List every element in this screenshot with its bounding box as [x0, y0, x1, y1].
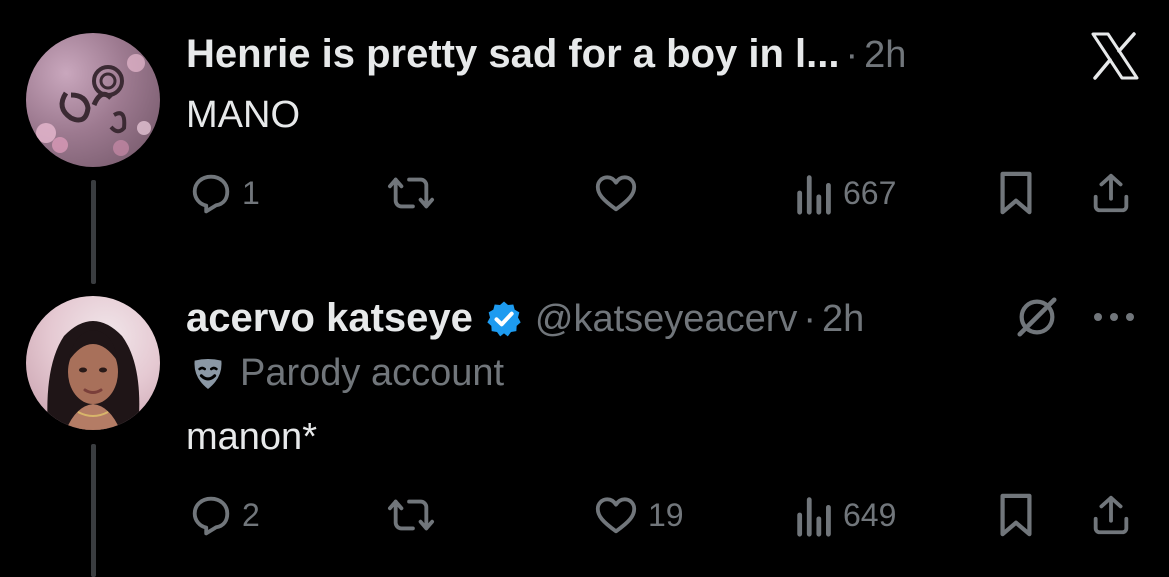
grok-icon[interactable] — [1014, 294, 1060, 345]
view-count: 649 — [843, 496, 897, 533]
views-button[interactable]: 649 — [795, 492, 896, 538]
share-button[interactable] — [1088, 170, 1134, 216]
views-icon — [797, 175, 831, 215]
share-icon — [1093, 495, 1129, 535]
avatar[interactable] — [26, 33, 160, 167]
tweet-text: manon* — [186, 416, 317, 458]
display-name[interactable]: Henrie is pretty sad for a boy in l... — [186, 32, 840, 77]
reply-count: 1 — [242, 174, 260, 211]
like-count: 19 — [648, 496, 684, 533]
tweet-text: MANO — [186, 94, 300, 136]
bookmark-button[interactable] — [996, 170, 1036, 216]
like-button[interactable] — [592, 170, 648, 216]
reply-button[interactable]: 2 — [188, 492, 260, 538]
reply-icon — [192, 496, 230, 536]
heart-icon — [595, 175, 637, 212]
reply-count: 2 — [242, 496, 260, 533]
reply-icon — [192, 174, 230, 214]
pink-flower-avatar-icon — [36, 54, 151, 156]
views-icon — [797, 497, 831, 537]
view-count: 667 — [843, 174, 897, 211]
parody-label: Parody account — [240, 352, 505, 394]
bookmark-icon — [1000, 171, 1032, 215]
separator: · — [845, 34, 859, 76]
parody-mask-icon — [194, 358, 222, 389]
handle[interactable]: @katseyeacerv — [535, 298, 797, 341]
repost-button[interactable] — [386, 170, 444, 216]
verified-badge-icon — [483, 299, 525, 339]
timestamp[interactable]: 2h — [822, 298, 864, 341]
more-options-icon[interactable] — [1090, 310, 1138, 329]
tweet[interactable]: acervo katseye @katseyeacerv · 2h Parody… — [0, 264, 1169, 577]
repost-icon — [387, 177, 434, 209]
display-name[interactable]: acervo katseye — [186, 296, 473, 341]
repost-icon — [387, 499, 434, 531]
share-icon — [1093, 173, 1129, 213]
timestamp[interactable]: 2h — [864, 34, 906, 77]
share-button[interactable] — [1088, 492, 1134, 538]
x-logo-icon[interactable] — [1090, 32, 1140, 85]
views-button[interactable]: 667 — [795, 170, 896, 216]
reply-button[interactable]: 1 — [188, 170, 260, 216]
tweet[interactable]: Henrie is pretty sad for a boy in l... ·… — [0, 0, 1169, 250]
heart-icon — [595, 497, 637, 534]
separator: · — [803, 298, 817, 340]
avatar[interactable] — [26, 296, 160, 430]
repost-button[interactable] — [386, 492, 444, 538]
like-button[interactable]: 19 — [592, 492, 684, 538]
bookmark-button[interactable] — [996, 492, 1036, 538]
bookmark-icon — [1000, 493, 1032, 537]
profile-photo-avatar-icon — [47, 321, 140, 430]
